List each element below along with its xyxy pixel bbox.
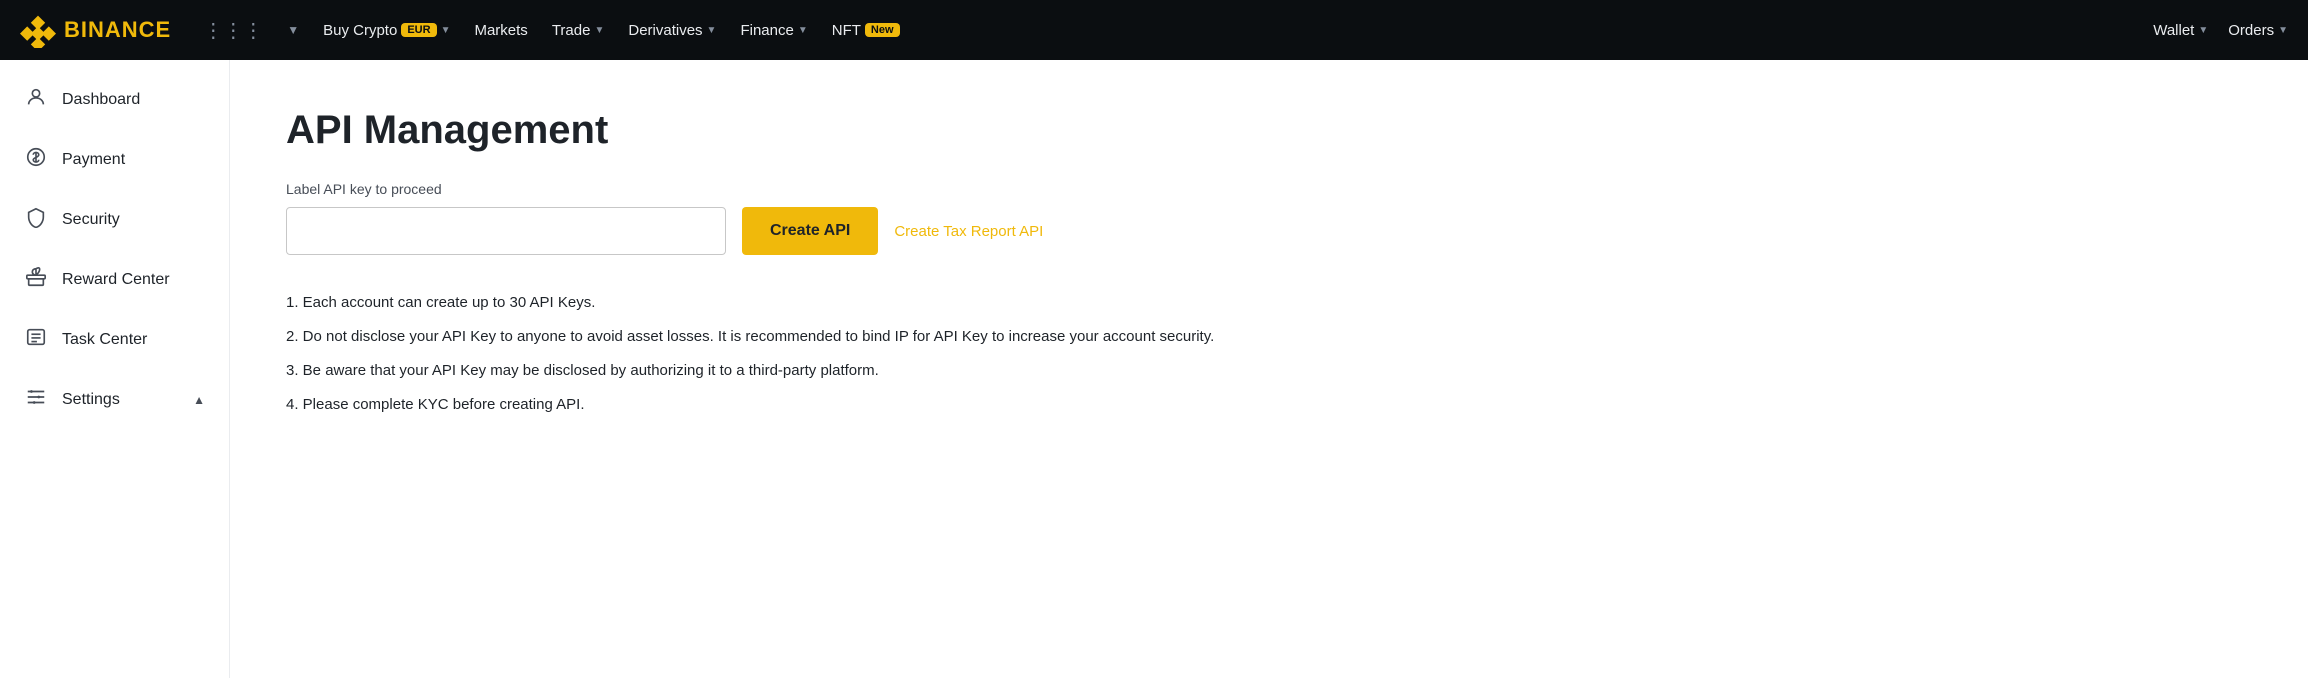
payment-icon [24,146,48,174]
nav-divider-arrow: ▼ [287,23,299,37]
nft-badge: New [865,23,900,37]
settings-left: Settings [24,386,120,414]
shield-icon [24,206,48,234]
reward-center-label: Reward Center [62,271,170,289]
page-title: API Management [286,108,2252,153]
nav-derivatives[interactable]: Derivatives ▼ [628,22,716,39]
main-content: API Management Label API key to proceed … [230,60,2308,678]
topnav: BINANCE ⋮⋮⋮ ▼ Buy Crypto EUR ▼ Markets T… [0,0,2308,60]
info-list-item: 4. Please complete KYC before creating A… [286,393,2252,417]
settings-label: Settings [62,391,120,409]
finance-chevron: ▼ [798,25,808,36]
sidebar-item-payment[interactable]: Payment [0,130,229,190]
nav-trade[interactable]: Trade ▼ [552,22,605,39]
dashboard-label: Dashboard [62,91,140,109]
settings-expand-icon: ▲ [193,393,205,407]
nav-buy-crypto[interactable]: Buy Crypto EUR ▼ [323,22,450,39]
eur-badge: EUR [401,23,436,37]
info-list-item: 1. Each account can create up to 30 API … [286,291,2252,315]
info-list: 1. Each account can create up to 30 API … [286,291,2252,417]
task-icon [24,326,48,354]
sidebar-item-settings[interactable]: Settings ▲ [0,370,229,430]
wallet-chevron: ▼ [2198,25,2208,36]
api-input-label: Label API key to proceed [286,181,2252,197]
security-label: Security [62,211,120,229]
sidebar-item-task-center[interactable]: Task Center [0,310,229,370]
sidebar-item-reward-center[interactable]: Reward Center [0,250,229,310]
grid-icon[interactable]: ⋮⋮⋮ [203,18,263,43]
sidebar-item-dashboard[interactable]: Dashboard [0,70,229,130]
create-tax-report-link[interactable]: Create Tax Report API [894,223,1043,240]
orders-chevron: ▼ [2278,25,2288,36]
sidebar: Dashboard Payment Security [0,60,230,678]
nav-wallet[interactable]: Wallet ▼ [2153,22,2208,39]
user-icon [24,86,48,114]
derivatives-chevron: ▼ [707,25,717,36]
settings-icon [24,386,48,414]
nav-finance[interactable]: Finance ▼ [740,22,807,39]
nav-orders[interactable]: Orders ▼ [2228,22,2288,39]
create-api-button[interactable]: Create API [742,207,878,255]
nav-markets[interactable]: Markets [474,22,527,39]
task-center-label: Task Center [62,331,147,349]
info-list-item: 3. Be aware that your API Key may be dis… [286,359,2252,383]
logo-text: BINANCE [64,17,171,43]
nav-nft[interactable]: NFT New [832,22,900,39]
trade-chevron: ▼ [594,25,604,36]
api-key-input[interactable] [286,207,726,255]
topnav-right: Wallet ▼ Orders ▼ [2153,22,2288,39]
payment-label: Payment [62,151,125,169]
sidebar-item-security[interactable]: Security [0,190,229,250]
buy-crypto-chevron: ▼ [441,25,451,36]
layout: Dashboard Payment Security [0,60,2308,678]
reward-icon [24,266,48,294]
info-list-item: 2. Do not disclose your API Key to anyon… [286,325,2252,349]
logo[interactable]: BINANCE [20,12,171,48]
api-input-row: Create API Create Tax Report API [286,207,2252,255]
